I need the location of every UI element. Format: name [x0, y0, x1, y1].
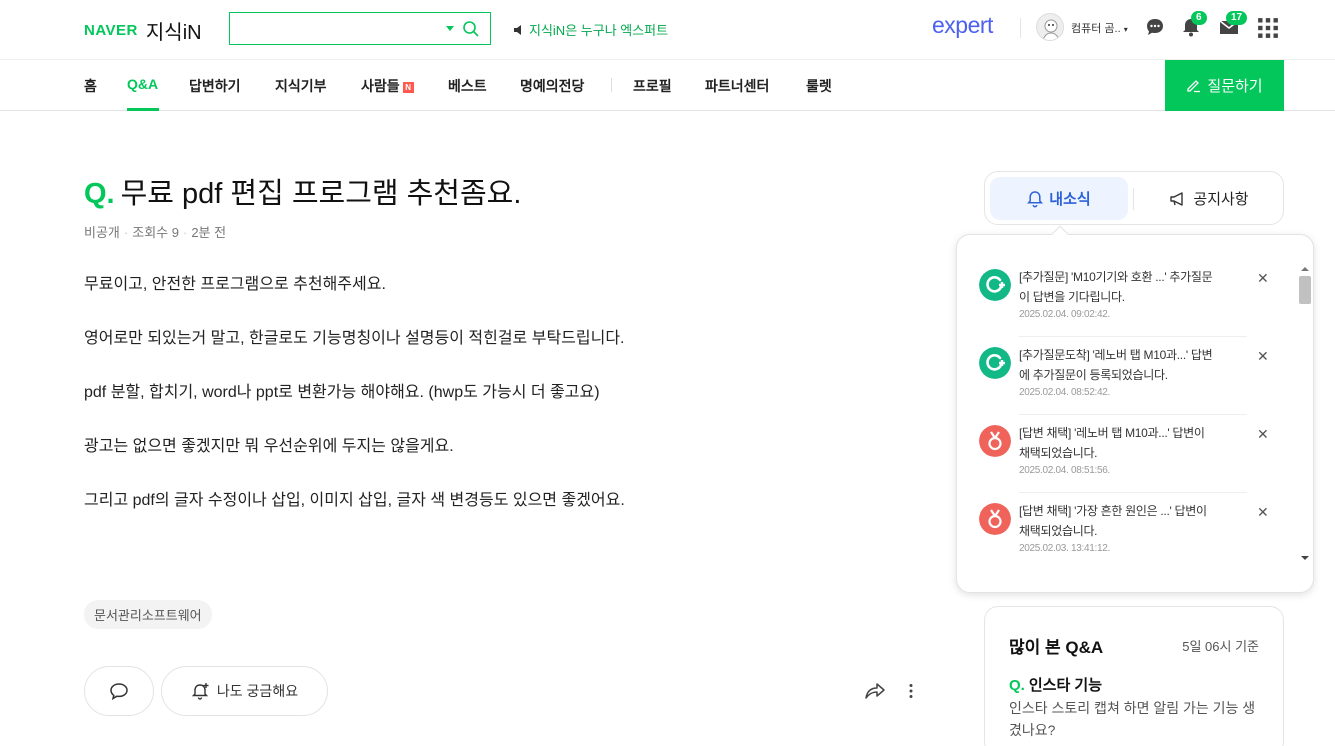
- search-dropdown-icon[interactable]: [446, 26, 454, 31]
- message-button[interactable]: 17: [1218, 11, 1248, 38]
- notification-time: 2025.02.04. 09:02:42.: [1019, 309, 1111, 320]
- nav-people-label[interactable]: 사람들: [361, 78, 400, 94]
- share-icon[interactable]: [864, 681, 886, 701]
- more-options-icon[interactable]: [908, 683, 914, 699]
- expert-logo[interactable]: expert: [932, 12, 993, 39]
- close-icon[interactable]: ✕: [1257, 505, 1269, 521]
- notification-text[interactable]: [답변 채택] '가장 흔한 원인은 ...' 답변이 채택되었습니다.: [1019, 501, 1215, 541]
- question-mark: Q.: [84, 178, 115, 210]
- close-icon[interactable]: ✕: [1257, 427, 1269, 443]
- speaker-icon: [514, 24, 521, 35]
- search-input[interactable]: [230, 13, 430, 44]
- question-paragraph: 광고는 없으면 좋겠지만 뭐 우선순위에 두지는 않을게요.: [84, 438, 454, 455]
- question-title-block: Q. 무료 pdf 편집 프로그램 추천좀요.: [84, 170, 521, 212]
- post-time: 2분 전: [191, 225, 227, 240]
- nav-donation[interactable]: 지식기부: [275, 76, 327, 96]
- user-name[interactable]: 컴퓨터 곰..: [1071, 23, 1121, 35]
- popular-qna-card: 많이 본 Q&A 5일 06시 기준 Q. 인스타 기능 인스타 스토리 캡쳐 하…: [984, 606, 1284, 746]
- divider: [1019, 336, 1247, 337]
- nav-roulette[interactable]: 룰렛: [806, 76, 832, 96]
- bell-plus-icon: [191, 683, 209, 700]
- chevron-down-icon[interactable]: ▾: [1124, 25, 1128, 34]
- question-paragraph: 그리고 pdf의 글자 수정이나 삽입, 이미지 삽입, 글자 색 변경등도 있…: [84, 492, 625, 509]
- close-icon[interactable]: ✕: [1257, 349, 1269, 365]
- question-title: 무료 pdf 편집 프로그램 추천좀요.: [120, 178, 522, 210]
- medal-icon: [979, 425, 1011, 457]
- question-paragraph: 무료이고, 안전한 프로그램으로 추천해주세요.: [84, 276, 386, 293]
- user-menu[interactable]: 컴퓨터 곰.. ▾: [1071, 20, 1128, 36]
- notification-time: 2025.02.03. 13:41:12.: [1019, 543, 1111, 554]
- notification-scrollbar[interactable]: [1297, 260, 1313, 567]
- question-paragraph: 영어로만 되있는거 말고, 한글로도 기능명칭이나 설명등이 적힌걸로 부탁드립…: [84, 330, 625, 347]
- nav-active-indicator: [127, 108, 159, 111]
- nav-answer[interactable]: 답변하기: [189, 76, 241, 96]
- pencil-icon: [1187, 80, 1201, 93]
- curious-button[interactable]: 나도 궁금해요: [161, 666, 328, 716]
- divider: [1019, 492, 1247, 493]
- ask-question-button[interactable]: 질문하기: [1165, 60, 1284, 111]
- notification-text[interactable]: [추가질문도착] '레노버 탭 M10과...' 답변에 추가질문이 등록되었습…: [1019, 345, 1215, 385]
- popular-question-desc[interactable]: 인스타 스토리 캡쳐 하면 알림 가는 기능 생겼나요?: [1009, 697, 1259, 741]
- nav-hall-of-fame[interactable]: 명예의전당: [520, 76, 584, 96]
- notification-text[interactable]: [답변 채택] '레노버 탭 M10과...' 답변이 채택되었습니다.: [1019, 423, 1215, 463]
- apps-grid-icon[interactable]: [1257, 17, 1279, 39]
- tab-my-news-label[interactable]: 내소식: [1049, 188, 1090, 209]
- popular-question-title[interactable]: 인스타 기능: [1029, 677, 1102, 694]
- tab-notice-label[interactable]: 공지사항: [1193, 188, 1248, 209]
- nav-profile[interactable]: 프로필: [633, 76, 672, 96]
- main-nav: 홈 Q&A 답변하기 지식기부 사람들 N 베스트 명예의전당 프로필 파트너센터…: [0, 59, 1335, 111]
- naver-logo[interactable]: NAVER: [84, 22, 138, 39]
- medal-icon: [979, 503, 1011, 535]
- notification-badge: 6: [1191, 11, 1207, 25]
- nav-best[interactable]: 베스트: [448, 76, 487, 96]
- scroll-thumb[interactable]: [1299, 276, 1311, 304]
- divider: [1019, 414, 1247, 415]
- comment-icon: [110, 683, 128, 701]
- nav-partner-center[interactable]: 파트너센터: [705, 76, 769, 96]
- notification-time: 2025.02.04. 08:52:42.: [1019, 387, 1111, 398]
- search-box: [229, 12, 491, 45]
- author-private: 비공개: [84, 225, 120, 240]
- new-badge: N: [402, 82, 414, 93]
- popular-title: 많이 본 Q&A: [1009, 638, 1104, 657]
- search-icon[interactable]: [462, 20, 480, 38]
- message-badge: 17: [1226, 11, 1248, 25]
- kin-logo[interactable]: 지식iN: [146, 16, 202, 45]
- nav-people[interactable]: 사람들 N: [361, 76, 414, 96]
- chat-icon[interactable]: [1144, 16, 1166, 38]
- notification-text[interactable]: [추가질문] 'M10기기와 호환 ...' 추가질문이 답변을 기다립니다.: [1019, 267, 1215, 307]
- nav-divider: [611, 78, 612, 92]
- curious-label[interactable]: 나도 궁금해요: [217, 681, 298, 701]
- top-header: NAVER 지식iN 지식iN은 누구나 엑스퍼트 expert 컴퓨터 곰..…: [0, 0, 1335, 58]
- question-mark: Q.: [1009, 677, 1025, 694]
- question-body: 무료이고, 안전한 프로그램으로 추천해주세요. 영어로만 되있는거 말고, 한…: [84, 276, 784, 546]
- avatar[interactable]: [1036, 13, 1064, 41]
- header-divider: [1020, 18, 1021, 38]
- additional-question-icon: [979, 269, 1011, 301]
- notification-panel: [추가질문] 'M10기기와 호환 ...' 추가질문이 답변을 기다립니다. …: [956, 234, 1314, 593]
- news-tabs: 내소식 공지사항: [984, 171, 1284, 225]
- view-count: 조회수 9: [132, 225, 179, 240]
- tab-notice[interactable]: 공지사항: [1139, 177, 1279, 220]
- tab-my-news[interactable]: 내소식: [990, 177, 1128, 220]
- naver-kin-logo[interactable]: NAVER 지식iN: [84, 16, 202, 45]
- popular-question[interactable]: Q. 인스타 기능: [1009, 674, 1102, 695]
- popular-time: 5일 06시 기준: [1182, 639, 1259, 654]
- additional-question-icon: [979, 347, 1011, 379]
- expert-promo-link[interactable]: 지식iN은 누구나 엑스퍼트: [513, 20, 668, 39]
- question-tag[interactable]: 문서관리소프트웨어: [84, 600, 212, 629]
- ask-question-label[interactable]: 질문하기: [1207, 75, 1262, 96]
- megaphone-icon: [1170, 191, 1184, 206]
- nav-home[interactable]: 홈: [84, 76, 97, 96]
- bell-icon: [1027, 190, 1044, 207]
- close-icon[interactable]: ✕: [1257, 271, 1269, 287]
- notification-button[interactable]: 6: [1180, 11, 1207, 38]
- promo-text[interactable]: 지식iN은 누구나 엑스퍼트: [529, 20, 668, 39]
- comment-button[interactable]: [84, 666, 154, 716]
- notification-time: 2025.02.04. 08:51:56.: [1019, 465, 1111, 476]
- nav-qna[interactable]: Q&A: [127, 76, 158, 92]
- question-meta: 비공개 · 조회수 9 · 2분 전: [84, 225, 227, 240]
- question-paragraph: pdf 분할, 합치기, word나 ppt로 변환가능 해야해요. (hwp도…: [84, 384, 600, 401]
- tab-divider: [1133, 188, 1134, 210]
